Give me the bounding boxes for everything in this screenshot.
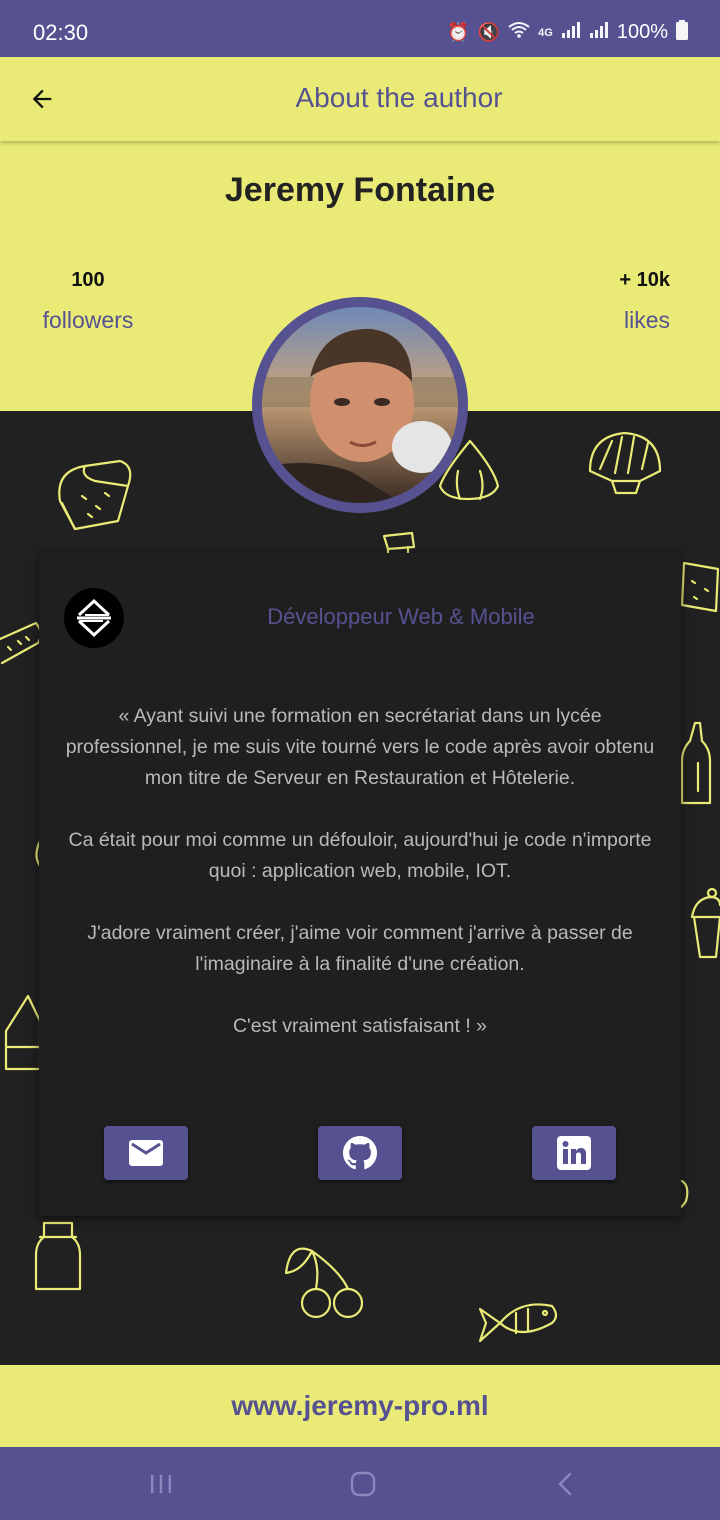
bottle-doodle-icon	[680, 721, 712, 805]
author-photo	[262, 307, 458, 503]
avatar	[252, 297, 468, 513]
recents-button[interactable]	[131, 1467, 191, 1501]
logo-icon	[63, 587, 125, 649]
linkedin-icon	[557, 1136, 591, 1170]
app-bar: About the author	[0, 57, 720, 141]
email-button[interactable]	[104, 1126, 188, 1180]
author-card: Développeur Web & Mobile « Ayant suivi u…	[39, 553, 681, 1216]
cake-doodle-icon	[680, 561, 720, 613]
signal-icon	[561, 21, 581, 44]
status-icons: ⏰ 🔇 4G 100%	[447, 20, 688, 45]
likes-stat: + 10k likes	[600, 269, 670, 334]
shell-doodle-icon	[588, 431, 662, 495]
system-back-button[interactable]	[535, 1467, 595, 1501]
followers-count: 100	[71, 269, 105, 291]
website-link[interactable]: www.jeremy-pro.ml	[0, 1390, 720, 1422]
signal-r-icon	[589, 21, 609, 44]
bio-paragraph: C'est vraiment satisfaisant ! »	[232, 1015, 488, 1037]
battery-text: 100%	[616, 21, 668, 43]
cherries-doodle-icon	[284, 1247, 364, 1319]
jar-doodle-icon	[34, 1221, 82, 1291]
battery-icon	[676, 20, 688, 45]
baguette-doodle-icon	[0, 621, 42, 665]
alarm-icon: ⏰	[447, 22, 470, 42]
followers-label: followers	[42, 307, 134, 333]
cow-doodle-icon	[382, 531, 416, 557]
likes-count: + 10k	[619, 269, 670, 291]
mail-icon	[129, 1140, 163, 1166]
bread-doodle-icon	[58, 459, 132, 531]
bio-paragraph: « Ayant suivi une formation en secrétari…	[65, 705, 655, 789]
fish-doodle-icon	[478, 1303, 558, 1343]
github-button[interactable]	[318, 1126, 402, 1180]
linkedin-button[interactable]	[532, 1126, 616, 1180]
4g-icon: 4G	[538, 26, 553, 39]
home-button[interactable]	[333, 1467, 393, 1501]
page-title: About the author	[295, 82, 503, 113]
author-role: Développeur Web & Mobile	[267, 604, 535, 629]
bio-paragraph: Ca était pour moi comme un défouloir, au…	[68, 829, 652, 882]
cupcake-doodle-icon	[690, 887, 720, 959]
author-bio: « Ayant suivi une formation en secrétari…	[63, 701, 657, 1073]
back-icon	[558, 1472, 572, 1496]
home-icon	[350, 1471, 376, 1497]
milk-carton-doodle-icon	[4, 994, 42, 1071]
wifi-icon	[508, 21, 530, 44]
footer: www.jeremy-pro.ml	[0, 1365, 720, 1447]
recents-icon	[151, 1475, 171, 1493]
github-icon	[343, 1136, 377, 1170]
status-time: 02:30	[33, 20, 89, 45]
bio-paragraph: J'adore vraiment créer, j'aime voir comm…	[87, 922, 633, 975]
status-bar: 02:30 ⏰ 🔇 4G 100%	[0, 0, 720, 57]
author-name: Jeremy Fontaine	[224, 171, 496, 209]
mute-icon: 🔇	[477, 22, 501, 42]
system-nav-bar	[0, 1447, 720, 1520]
likes-label: likes	[623, 307, 670, 333]
followers-stat: 100 followers	[38, 269, 138, 334]
